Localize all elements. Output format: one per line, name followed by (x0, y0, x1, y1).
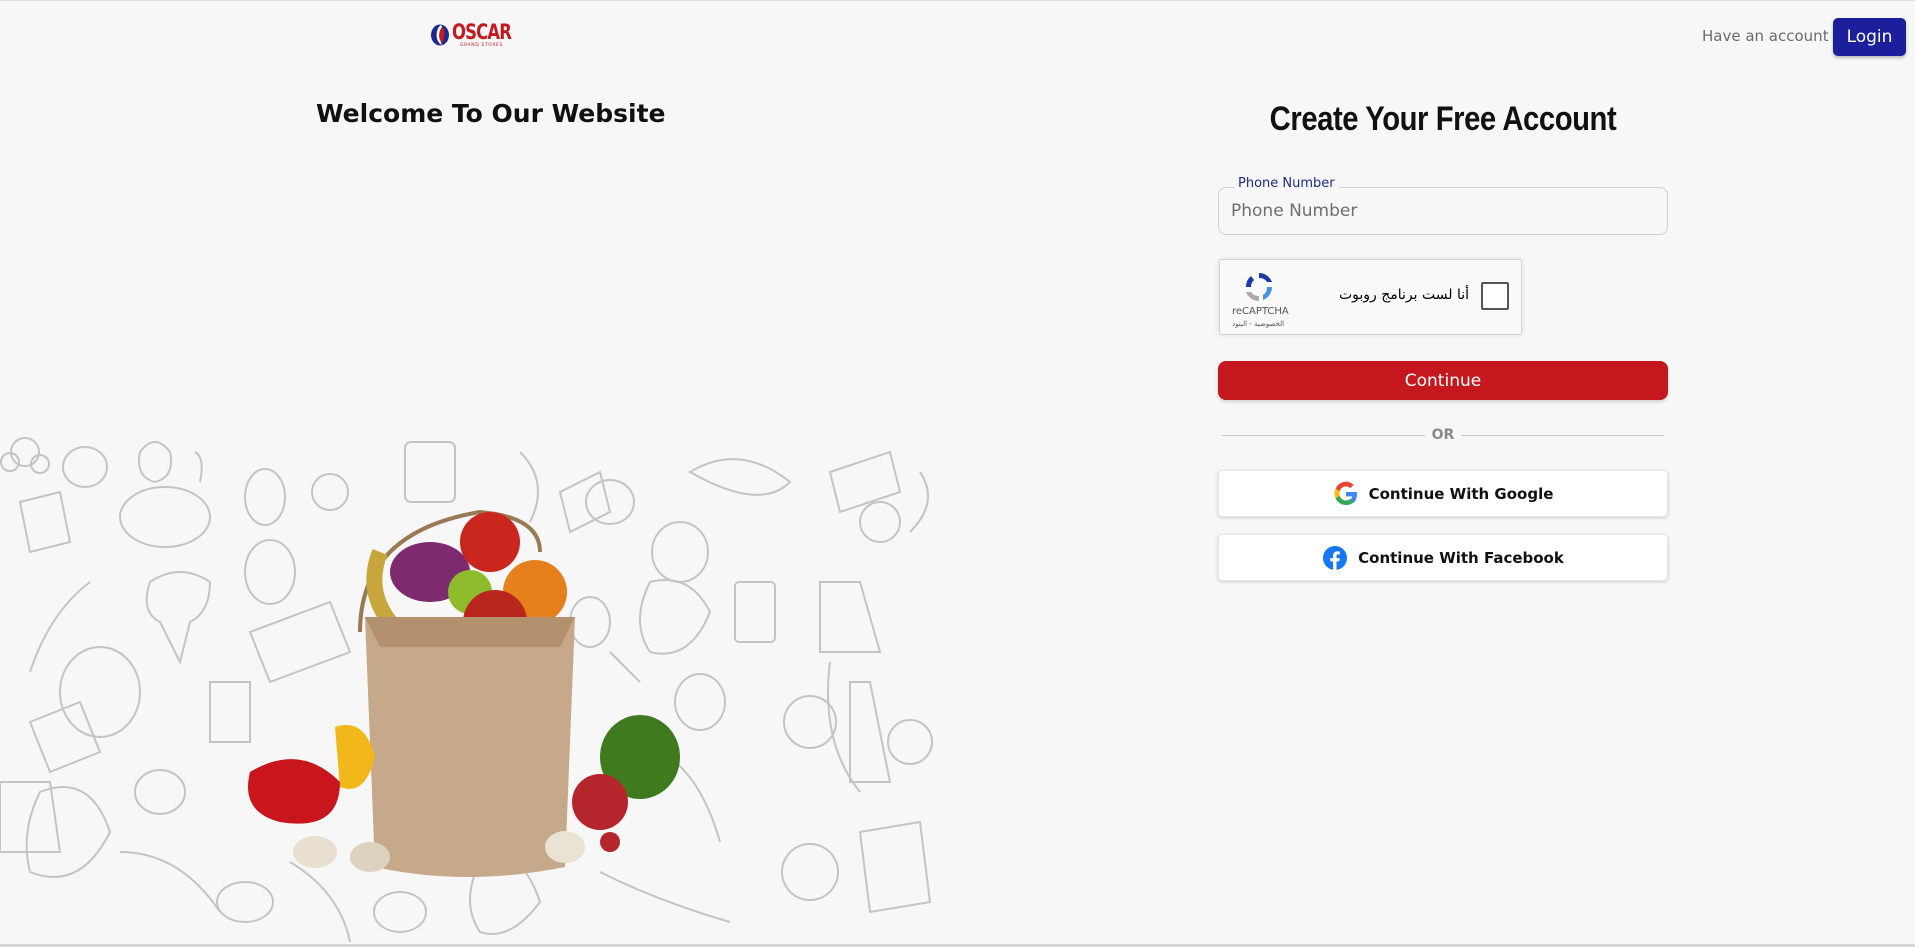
recaptcha-icon (1245, 273, 1272, 301)
welcome-title: Welcome To Our Website (316, 99, 666, 128)
google-icon (1334, 481, 1357, 505)
continue-button[interactable]: Continue (1218, 361, 1668, 400)
phone-number-input[interactable] (1218, 187, 1668, 235)
grocery-doodle-image (0, 437, 933, 943)
oscar-logo-icon (431, 24, 449, 46)
logo-text: OSCAR GRAND STORES (452, 22, 528, 49)
recaptcha-checkbox[interactable] (1481, 282, 1509, 310)
top-border (0, 0, 1915, 1)
recaptcha-brand: reCAPTCHA (1232, 306, 1289, 317)
continue-with-google-button[interactable]: Continue With Google (1218, 470, 1668, 517)
google-button-label: Continue With Google (1368, 484, 1554, 503)
facebook-button-label: Continue With Facebook (1358, 548, 1564, 567)
divider-line-right (1461, 435, 1664, 436)
phone-number-label: Phone Number (1234, 176, 1339, 191)
login-button[interactable]: Login (1833, 18, 1906, 56)
recaptcha-terms-link[interactable]: الخصوصية - البنود (1232, 320, 1284, 328)
have-account-text: Have an account ? (1702, 27, 1842, 45)
phone-number-field: Phone Number (1218, 176, 1668, 235)
or-divider: OR (1222, 426, 1664, 446)
logo-word: OSCAR (452, 20, 512, 44)
logo-subtext: GRAND STORES (460, 43, 503, 48)
oscar-logo[interactable]: OSCAR GRAND STORES (430, 22, 528, 49)
recaptcha-widget: reCAPTCHA الخصوصية - البنود أنا لست برنا… (1219, 259, 1522, 335)
grocery-illustration (0, 432, 945, 944)
facebook-icon (1323, 545, 1348, 570)
recaptcha-label: أنا لست برنامج روبوت (1338, 287, 1469, 303)
continue-with-facebook-button[interactable]: Continue With Facebook (1218, 534, 1668, 581)
create-account-title: Create Your Free Account (1269, 100, 1617, 138)
